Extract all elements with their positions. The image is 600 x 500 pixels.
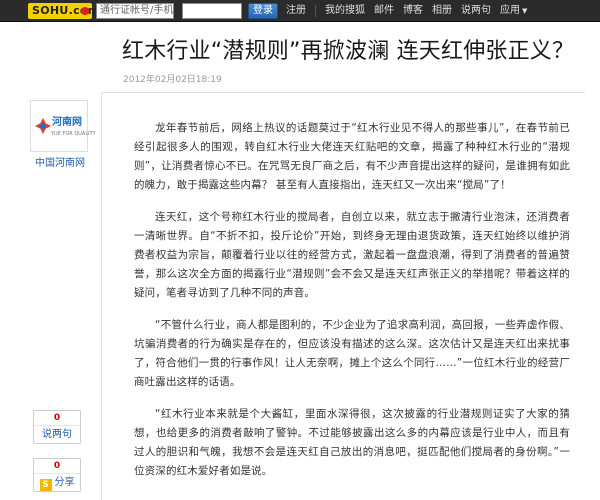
source-avatar[interactable]: 河南网 YUE FOR QUALITY bbox=[30, 100, 96, 152]
article-body: 龙年春节前后，网络上热议的话题莫过于“红木行业见不得人的那些事儿”，在春节前已经… bbox=[101, 92, 585, 500]
avatar-logo-text: 河南网 bbox=[52, 117, 82, 128]
article-paragraphs: 龙年春节前后，网络上热议的话题莫过于“红木行业见不得人的那些事儿”，在春节前已经… bbox=[134, 119, 570, 494]
top-nav: 注册 我的搜狐 邮件 博客 相册 说两句 应用 ▼ bbox=[286, 0, 536, 22]
nav-blog[interactable]: 博客 bbox=[403, 0, 423, 22]
avatar-logo-subtext: YUE FOR QUALITY bbox=[51, 131, 96, 137]
logo-text: SOHU.com bbox=[32, 4, 100, 17]
publish-date: 2012年02月02日18:19 bbox=[123, 75, 222, 85]
account-input[interactable]: 通行证帐号/手机 bbox=[96, 3, 174, 19]
nav-mail[interactable]: 邮件 bbox=[374, 0, 394, 22]
share-label-wrap: S 分享 bbox=[34, 474, 80, 492]
share-label: 分享 bbox=[54, 477, 75, 488]
comment-count: 0 bbox=[34, 411, 80, 426]
source-site-link[interactable]: 中国河南网 bbox=[30, 157, 90, 171]
comment-label: 说两句 bbox=[42, 429, 72, 440]
share-count: 0 bbox=[34, 459, 80, 474]
comment-button[interactable]: 0 说两句 bbox=[33, 410, 81, 444]
sohu-logo[interactable]: SOHU.com bbox=[28, 3, 99, 19]
article-paragraph: “红木行业本来就是个大酱缸，里面水深得很，这次披露的行业潜规则证实了大家的猜想，… bbox=[134, 408, 570, 477]
article-paragraph: “不管什么行业，商人都是图利的，不少企业为了追求高利润，高回报，一些弄虚作假、坑… bbox=[134, 319, 570, 388]
article-paragraph: 龙年春节前后，网络上热议的话题莫过于“红木行业见不得人的那些事儿”，在春节前已经… bbox=[134, 122, 570, 191]
nav-apps-label: 应用 bbox=[500, 5, 520, 16]
share-button[interactable]: 0 S 分享 bbox=[33, 458, 81, 492]
page-title: 红木行业“潜规则”再掀波澜 连天红伸张正义？ bbox=[122, 39, 575, 64]
nav-comments[interactable]: 说两句 bbox=[461, 0, 491, 22]
nav-apps[interactable]: 应用 ▼ bbox=[500, 0, 527, 22]
nav-my-sohu[interactable]: 我的搜狐 bbox=[325, 0, 365, 22]
login-button[interactable]: 登录 bbox=[248, 3, 278, 19]
top-bar: SOHU.com 通行证帐号/手机 登录 注册 我的搜狐 邮件 博客 相册 说两… bbox=[0, 0, 600, 22]
nav-divider bbox=[315, 5, 316, 17]
chevron-down-icon: ▼ bbox=[522, 7, 528, 15]
nav-register[interactable]: 注册 bbox=[286, 0, 306, 22]
nav-album[interactable]: 相册 bbox=[432, 0, 452, 22]
password-input[interactable] bbox=[182, 3, 242, 19]
share-icon: S bbox=[39, 479, 52, 491]
article-paragraph: 连天红，这个号称红木行业的搅局者，自创立以来，就立志于撇清行业泡沫，还消费者一清… bbox=[134, 211, 570, 299]
henan-logo-icon bbox=[34, 117, 52, 135]
logo-dot-icon bbox=[81, 7, 89, 15]
